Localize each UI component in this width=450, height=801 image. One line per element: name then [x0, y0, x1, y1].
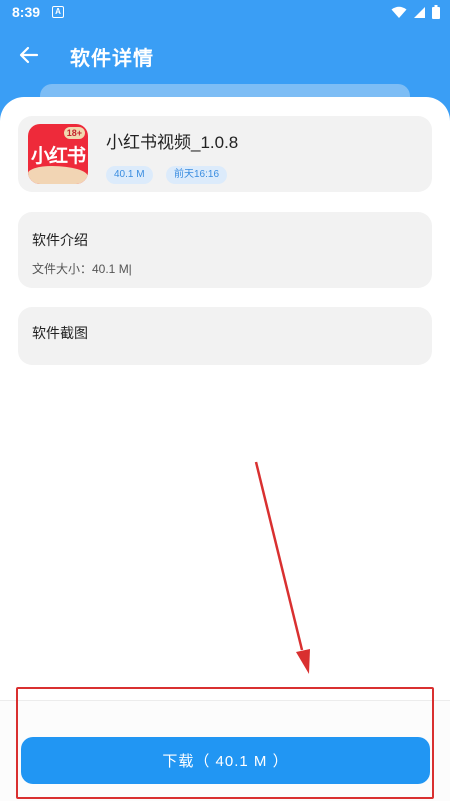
annotation-arrow: [254, 461, 310, 674]
